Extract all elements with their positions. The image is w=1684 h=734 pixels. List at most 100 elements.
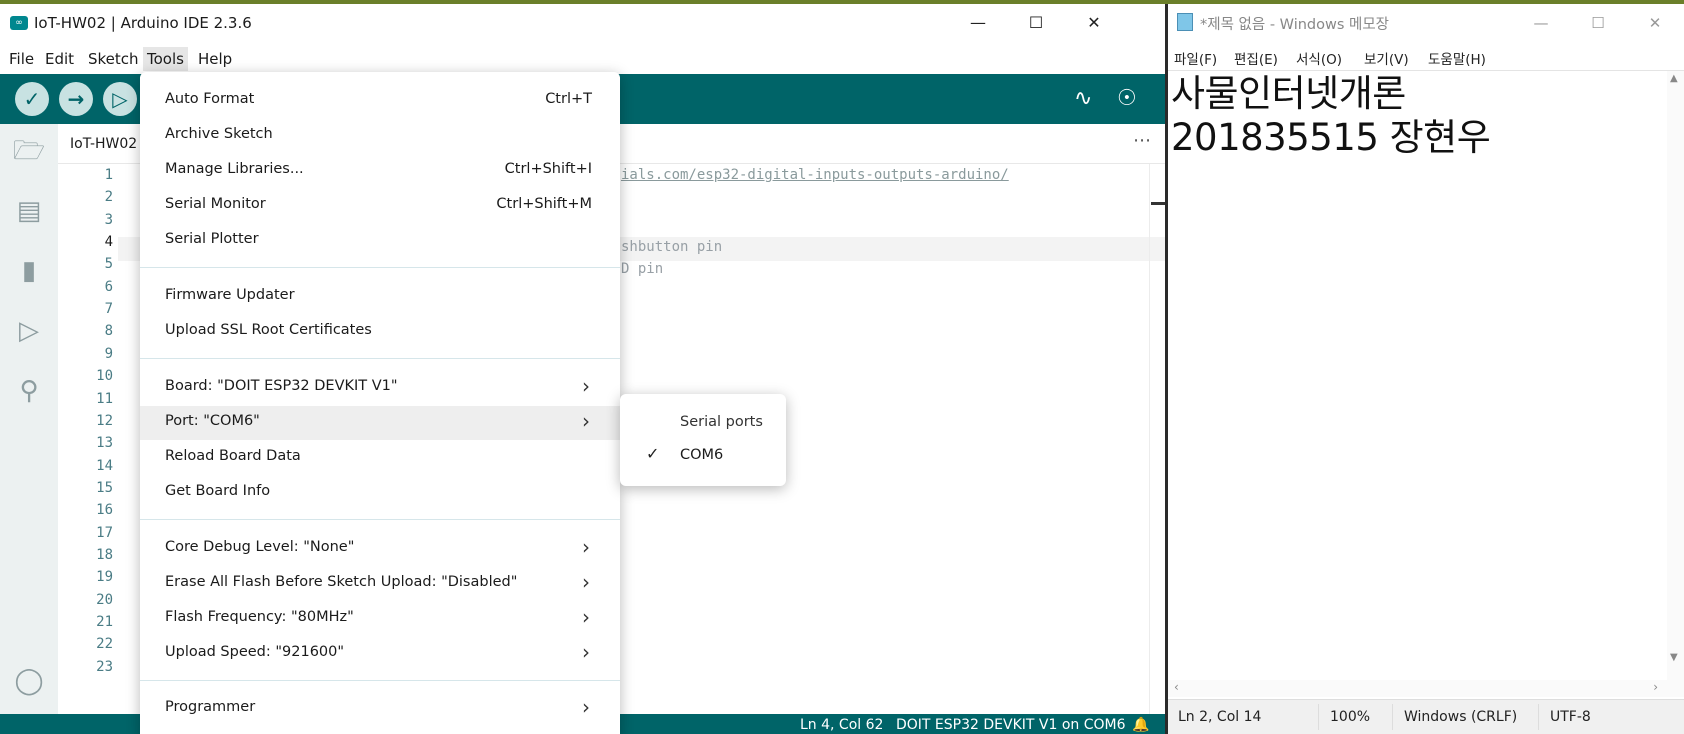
line-number: 14 xyxy=(96,457,113,474)
notepad-close-button[interactable]: ✕ xyxy=(1626,4,1684,42)
line-number: 13 xyxy=(96,435,113,452)
line-number: 5 xyxy=(104,256,113,273)
menu-bar: File Edit Sketch Tools Help xyxy=(0,42,1165,74)
line-number: 8 xyxy=(104,323,113,340)
menu-item-programmer[interactable]: Programmer › xyxy=(140,692,620,726)
menu-separator xyxy=(140,519,620,520)
notepad-maximize-button[interactable]: ☐ xyxy=(1569,4,1627,42)
serial-plotter-icon[interactable]: ∿ xyxy=(1074,86,1092,112)
line-number: 11 xyxy=(96,390,113,407)
tab-iot-hw02[interactable]: IoT-HW02 xyxy=(70,136,137,152)
menu-item-erase-flash[interactable]: Erase All Flash Before Sketch Upload: "D… xyxy=(140,567,620,601)
scroll-down-icon[interactable]: ▼ xyxy=(1670,652,1678,663)
code-line-1: ials.com/esp32-digital-inputs-outputs-ar… xyxy=(621,167,1009,183)
menu-item-manage-libraries[interactable]: Manage Libraries... Ctrl+Shift+I xyxy=(140,154,620,188)
menu-item-core-debug-level[interactable]: Core Debug Level: "None" › xyxy=(140,532,620,566)
menu-item-archive-sketch[interactable]: Archive Sketch xyxy=(140,119,620,153)
maximize-button[interactable]: ☐ xyxy=(1007,4,1065,42)
line-number: 3 xyxy=(104,211,113,228)
notepad-status-bar: Ln 2, Col 14 100% Windows (CRLF) UTF-8 xyxy=(1168,699,1684,734)
upload-button[interactable]: → xyxy=(59,82,93,116)
line-number: 6 xyxy=(104,278,113,295)
line-number: 10 xyxy=(96,368,113,385)
line-number: 12 xyxy=(96,412,113,429)
chevron-right-icon: › xyxy=(582,409,590,433)
board-port-status[interactable]: DOIT ESP32 DEVKIT V1 on COM6 xyxy=(896,717,1126,733)
menu-tools[interactable]: Tools xyxy=(143,47,188,71)
line-number: 19 xyxy=(96,569,113,586)
menu-item-upload-speed[interactable]: Upload Speed: "921600" › xyxy=(140,637,620,671)
line-number: 20 xyxy=(96,591,113,608)
verify-button[interactable]: ✓ xyxy=(15,82,49,116)
menu-item-serial-monitor[interactable]: Serial Monitor Ctrl+Shift+M xyxy=(140,189,620,223)
menu-item-serial-plotter[interactable]: Serial Plotter xyxy=(140,224,620,258)
library-manager-icon[interactable]: ▮ xyxy=(12,254,46,288)
profile-icon[interactable]: ◯ xyxy=(12,664,46,698)
menu-file[interactable]: File xyxy=(5,47,38,71)
line-number: 18 xyxy=(96,546,113,563)
code-line-5: D pin xyxy=(621,261,664,277)
minimize-button[interactable]: — xyxy=(949,4,1007,42)
menu-item-flash-frequency[interactable]: Flash Frequency: "80MHz" › xyxy=(140,602,620,636)
line-number: 23 xyxy=(96,658,113,675)
serial-monitor-icon[interactable]: ☉ xyxy=(1117,86,1137,112)
line-number: 7 xyxy=(104,301,113,318)
close-button[interactable]: ✕ xyxy=(1065,4,1123,42)
sidebar: 🗁 ▤ ▮ ▷ ⚲ ◯ xyxy=(0,124,58,714)
line-number: 17 xyxy=(96,524,113,541)
notepad-title: *제목 없음 - Windows 메모장 xyxy=(1200,17,1390,33)
chevron-right-icon: › xyxy=(582,374,590,398)
menu-sketch[interactable]: Sketch xyxy=(84,47,143,71)
scroll-right-icon[interactable]: › xyxy=(1653,680,1658,694)
menu-separator xyxy=(140,358,620,359)
notepad-horizontal-scrollbar[interactable]: ‹ › xyxy=(1168,680,1684,697)
notepad-zoom-level: 100% xyxy=(1330,709,1371,725)
line-number: 22 xyxy=(96,636,113,653)
line-number: 16 xyxy=(96,502,113,519)
sketchbook-folder-icon[interactable]: 🗁 xyxy=(12,134,46,168)
menu-help[interactable]: Help xyxy=(194,47,236,71)
scroll-up-icon[interactable]: ▲ xyxy=(1670,73,1678,84)
notepad-titlebar: *제목 없음 - Windows 메모장 — ☐ ✕ xyxy=(1168,4,1684,42)
port-option-com6[interactable]: COM6 xyxy=(680,447,723,463)
menu-item-firmware-updater[interactable]: Firmware Updater xyxy=(140,280,620,314)
notification-bell-icon[interactable]: 🔔 xyxy=(1132,717,1149,733)
chevron-right-icon: › xyxy=(582,695,590,719)
menu-item-auto-format[interactable]: Auto Format Ctrl+T xyxy=(140,84,620,118)
notepad-minimize-button[interactable]: — xyxy=(1512,4,1570,42)
line-number: 21 xyxy=(96,614,113,630)
menu-item-reload-board-data[interactable]: Reload Board Data xyxy=(140,441,620,475)
menu-item-get-board-info[interactable]: Get Board Info xyxy=(140,476,620,510)
more-options-icon[interactable]: ⋯ xyxy=(1133,130,1151,151)
menu-separator xyxy=(140,680,620,681)
scroll-left-icon[interactable]: ‹ xyxy=(1174,680,1179,694)
notepad-menu-help[interactable]: 도움말(H) xyxy=(1428,48,1486,68)
arduino-titlebar: ∞ IoT-HW02 | Arduino IDE 2.3.6 — ☐ ✕ xyxy=(0,4,1165,42)
menu-item-upload-ssl[interactable]: Upload SSL Root Certificates xyxy=(140,315,620,349)
line-number: 1 xyxy=(104,167,113,183)
checkmark-icon: ✓ xyxy=(646,444,660,463)
arduino-app-icon: ∞ xyxy=(10,16,28,30)
search-icon[interactable]: ⚲ xyxy=(12,374,46,408)
editor-scrollbar[interactable] xyxy=(1149,164,1165,714)
menu-edit[interactable]: Edit xyxy=(41,47,78,71)
debug-button[interactable]: ▷ xyxy=(103,82,137,116)
notepad-vertical-scrollbar[interactable]: ▲ ▼ xyxy=(1667,71,1684,681)
line-number: 15 xyxy=(96,479,113,496)
menu-separator xyxy=(140,267,620,268)
menu-item-board[interactable]: Board: "DOIT ESP32 DEVKIT V1" › xyxy=(140,371,620,405)
notepad-line-2: 201835515 장현우 xyxy=(1171,116,1491,159)
line-number: 4 xyxy=(104,234,113,251)
notepad-cursor-position: Ln 2, Col 14 xyxy=(1178,709,1262,725)
notepad-line-ending: Windows (CRLF) xyxy=(1404,709,1518,725)
notepad-window: *제목 없음 - Windows 메모장 — ☐ ✕ 파일(F) 편집(E) 서… xyxy=(1168,4,1684,734)
debug-icon[interactable]: ▷ xyxy=(12,314,46,348)
chevron-right-icon: › xyxy=(582,570,590,594)
notepad-encoding: UTF-8 xyxy=(1550,709,1591,725)
menu-item-port[interactable]: Port: "COM6" › xyxy=(140,406,620,440)
chevron-right-icon: › xyxy=(582,605,590,629)
notepad-text-area[interactable]: 사물인터넷개론 201835515 장현우 ▲ ▼ xyxy=(1168,70,1684,681)
window-title: IoT-HW02 | Arduino IDE 2.3.6 xyxy=(34,14,252,32)
boards-manager-icon[interactable]: ▤ xyxy=(12,194,46,228)
line-number: 2 xyxy=(104,189,113,206)
